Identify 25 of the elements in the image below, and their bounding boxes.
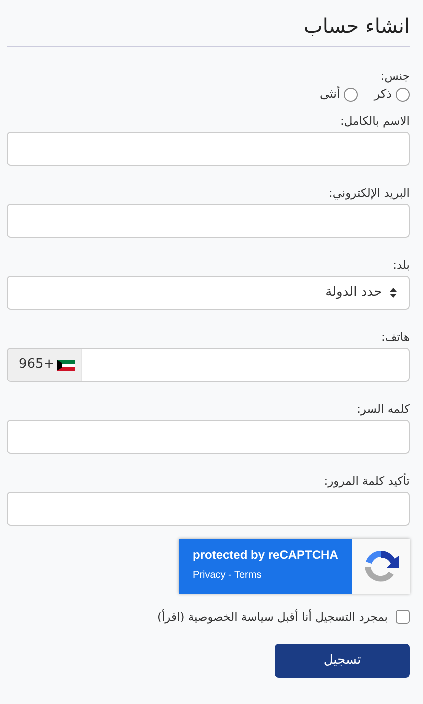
radio-button[interactable] bbox=[344, 88, 358, 102]
radio-button[interactable] bbox=[396, 88, 410, 102]
recaptcha-text: protected by reCAPTCHA bbox=[193, 548, 338, 563]
page-title: انشاء حساب bbox=[303, 13, 410, 40]
password-field[interactable] bbox=[7, 492, 410, 526]
field-label: هاتف: bbox=[381, 330, 410, 344]
checkbox[interactable] bbox=[396, 610, 410, 624]
sort-icon bbox=[390, 288, 397, 298]
field-label: جنس: bbox=[380, 69, 410, 83]
phone-field[interactable]: 965+ bbox=[7, 348, 410, 382]
field-label: تأكيد كلمة المرور: bbox=[324, 474, 410, 488]
consent-label[interactable]: بمجرد التسجيل أنا أقبل سياسة الخصوصية (اقرأ) bbox=[157, 610, 388, 624]
country-select[interactable]: حدد الدولة bbox=[7, 276, 410, 310]
password-field[interactable] bbox=[7, 420, 410, 454]
radio-label[interactable]: ذكر bbox=[374, 87, 392, 102]
field-label: كلمه السر: bbox=[357, 402, 410, 416]
recaptcha-link[interactable]: Privacy - Terms bbox=[193, 570, 338, 582]
field-label: الاسم بالكامل: bbox=[340, 114, 410, 128]
submit-button[interactable]: تسجيل bbox=[275, 644, 410, 678]
field-label: البريد الإلكتروني: bbox=[328, 186, 410, 200]
flag-icon bbox=[56, 360, 75, 370]
text-field[interactable] bbox=[7, 132, 410, 166]
radio-label[interactable]: أنثى bbox=[320, 87, 340, 102]
text-field[interactable] bbox=[7, 204, 410, 238]
field-label: بلد: bbox=[393, 258, 410, 272]
